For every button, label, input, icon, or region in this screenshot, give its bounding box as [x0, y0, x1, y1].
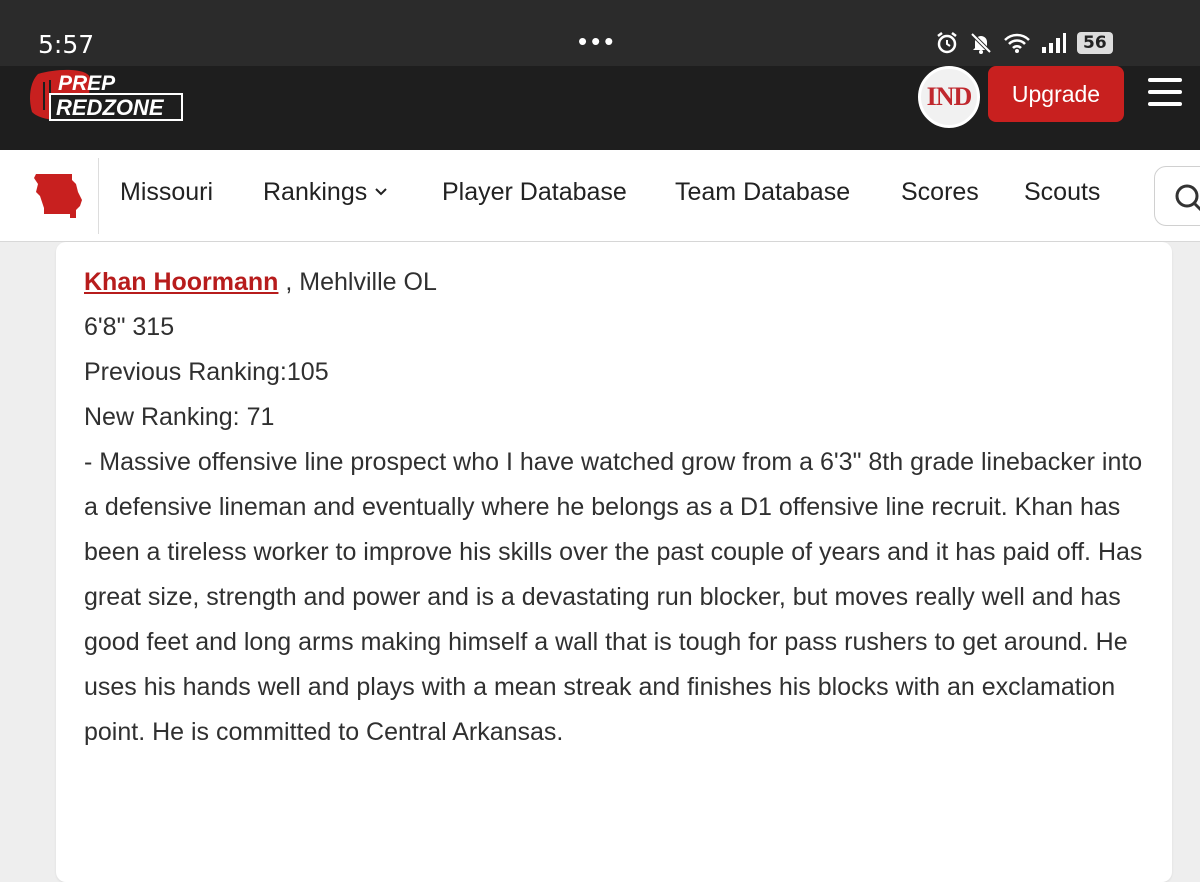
nav-missouri[interactable]: Missouri	[120, 178, 213, 207]
nav-scouts[interactable]: Scouts	[1024, 178, 1100, 207]
chevron-down-icon	[375, 188, 387, 196]
status-time: 5:57	[38, 30, 95, 59]
hamburger-menu-icon[interactable]	[1148, 78, 1182, 108]
previous-ranking: Previous Ranking:105	[84, 358, 329, 386]
player-height-weight: 6'8" 315	[84, 313, 175, 341]
mute-icon	[970, 32, 992, 54]
nav-scores[interactable]: Scores	[901, 178, 979, 207]
logo-text-prep: PREP	[58, 72, 116, 95]
new-ranking: New Ranking: 71	[84, 403, 275, 431]
alarm-icon	[937, 32, 957, 54]
player-description: - Massive offensive line prospect who I …	[84, 448, 1143, 746]
status-dots: •••	[578, 26, 618, 56]
missouri-state-icon[interactable]	[32, 172, 84, 220]
status-icons: 56	[935, 31, 1113, 55]
battery-icon: 56	[1077, 32, 1113, 54]
player-entry: Khan Hoormann , Mehlville OL 6'8" 315 Pr…	[84, 260, 1154, 755]
nav-rankings-label: Rankings	[263, 178, 368, 206]
avatar-text: IND	[926, 82, 973, 111]
signal-icon	[1042, 33, 1066, 53]
nav-divider	[98, 158, 99, 234]
prep-redzone-logo[interactable]: PREP REDZONE	[28, 68, 184, 124]
player-name-link[interactable]: Khan Hoormann	[84, 268, 278, 296]
nav-rankings[interactable]: Rankings	[263, 178, 387, 207]
player-heading: Khan Hoormann , Mehlville OL	[84, 260, 1154, 305]
player-school: , Mehlville OL	[285, 268, 437, 296]
nav-player-database[interactable]: Player Database	[442, 178, 627, 207]
search-button[interactable]	[1154, 166, 1200, 226]
state-nav: Missouri Rankings Player Database Team D…	[0, 150, 1200, 242]
team-avatar[interactable]: IND	[918, 66, 980, 128]
search-icon	[1175, 184, 1200, 212]
app-header: PREP REDZONE IND Upgrade	[0, 66, 1200, 150]
nav-team-database[interactable]: Team Database	[675, 178, 850, 207]
upgrade-button[interactable]: Upgrade	[988, 66, 1124, 122]
logo-text-redzone: REDZONE	[56, 95, 165, 120]
status-bar: 5:57 ••• 56	[0, 0, 1200, 66]
wifi-icon	[1004, 33, 1030, 53]
